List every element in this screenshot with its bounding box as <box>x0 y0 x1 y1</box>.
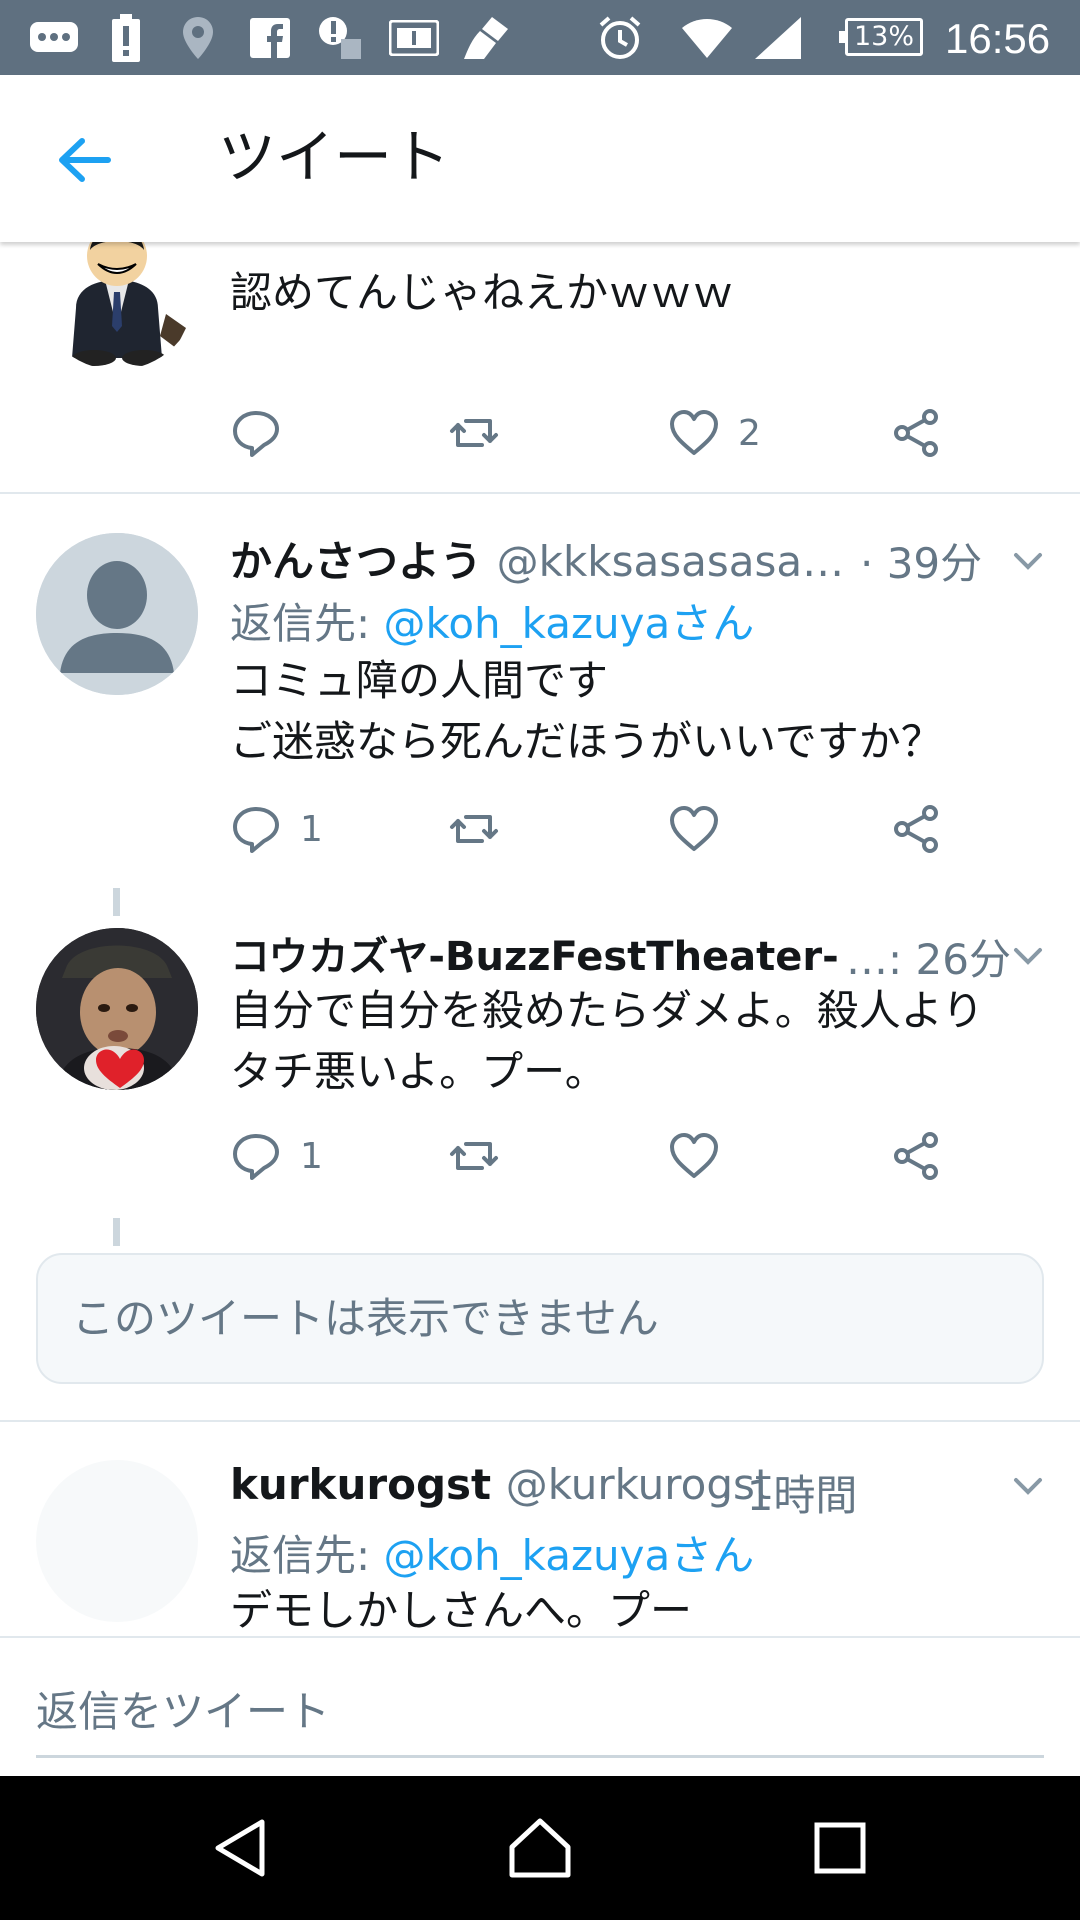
retweet-icon <box>450 419 498 447</box>
alarm-icon <box>596 0 644 75</box>
battery-level: 13% <box>839 18 923 56</box>
user-name[interactable]: かんさつよう @kkksasasasa… <box>230 528 844 589</box>
clock: 16:56 <box>945 15 1051 62</box>
tweet-actions: 2 <box>0 403 1080 463</box>
notification-alert-icon <box>316 0 364 75</box>
location-icon <box>178 0 218 75</box>
chevron-down-icon[interactable] <box>1008 545 1048 575</box>
divider <box>0 492 1080 494</box>
reply-context: 返信先: @koh_kazuyaさん <box>230 599 755 648</box>
retweet-button[interactable] <box>448 1126 500 1186</box>
facebook-icon <box>248 0 292 75</box>
reply-icon <box>233 411 279 457</box>
user-name[interactable]: コウカズヤ-BuzzFestTheater- <box>230 924 839 982</box>
reply-icon <box>233 1134 279 1180</box>
chevron-down-icon[interactable] <box>1008 940 1048 970</box>
user-name[interactable]: kurkurogst @kurkurogst <box>230 1460 771 1509</box>
battery-alert-icon <box>106 0 146 75</box>
share-button[interactable] <box>890 403 942 463</box>
thread-connector <box>113 888 120 916</box>
reply-count: 1 <box>300 1135 323 1177</box>
signal-icon <box>752 0 804 75</box>
cleaner-icon <box>460 0 512 75</box>
chevron-down-icon[interactable] <box>1008 1470 1048 1500</box>
divider <box>0 1420 1080 1422</box>
share-button[interactable] <box>890 799 942 859</box>
recents-nav-icon[interactable] <box>780 1776 900 1920</box>
tweet-actions: 1 <box>0 1126 1080 1186</box>
reply-input[interactable]: 返信をツイート <box>36 1678 1044 1758</box>
avatar[interactable] <box>36 533 198 695</box>
reply-count: 1 <box>300 808 323 850</box>
back-arrow-icon[interactable] <box>50 125 120 195</box>
tweet-timestamp: · 1時間 <box>720 1471 858 1520</box>
page-title: ツイート <box>218 123 451 191</box>
tweet-text: 自分で自分を殺めたらダメよ。殺人より タチ悪いよ。プー。 <box>230 986 984 1096</box>
tweet-timestamp: · 39分 <box>860 539 983 588</box>
reply-button[interactable]: 1 <box>230 799 323 859</box>
like-button[interactable]: 2 <box>668 403 761 463</box>
user-handle: @kkksasasasa… <box>496 537 845 586</box>
tweet-text: コミュ障の人間です ご迷惑なら死んだほうがいいですか？ <box>230 656 943 766</box>
share-button[interactable] <box>890 1126 942 1186</box>
reply-button[interactable] <box>230 403 300 463</box>
retweet-button[interactable] <box>448 403 500 463</box>
like-button[interactable] <box>668 799 738 859</box>
reply-composer: 返信をツイート <box>0 1636 1080 1778</box>
share-icon <box>894 409 938 457</box>
back-nav-icon[interactable] <box>180 1776 300 1920</box>
message-icon <box>24 0 84 75</box>
tweet-thread[interactable]: 認めてんじゃねえかｗｗｗ 2 かんさつよう @kkksasasasa… · 39… <box>0 242 1080 1636</box>
heart-icon <box>670 806 718 851</box>
tweet-text: デモしかしさんへ。プー <box>230 1586 693 1635</box>
heart-icon <box>670 410 718 455</box>
tweet-text: 認めてんじゃねえかｗｗｗ <box>230 268 735 317</box>
avatar[interactable] <box>36 928 198 1090</box>
reply-context: 返信先: @koh_kazuyaさん <box>230 1531 755 1580</box>
system-navigation-bar <box>0 1776 1080 1920</box>
like-button[interactable] <box>668 1126 738 1186</box>
mention-link[interactable]: @koh_kazuyaさん <box>384 1531 755 1580</box>
retweet-button[interactable] <box>448 799 500 859</box>
retweet-icon <box>450 1142 498 1170</box>
tweet-actions: 1 <box>0 799 1080 859</box>
thread-connector <box>113 1218 120 1246</box>
reply-icon <box>233 807 279 853</box>
avatar[interactable] <box>36 1460 198 1622</box>
like-count: 2 <box>738 412 761 454</box>
app-header: ツイート <box>0 75 1080 242</box>
card-icon <box>388 0 440 75</box>
status-bar: 13% 16:56 <box>0 0 1080 75</box>
wifi-icon <box>680 0 734 75</box>
share-icon <box>894 805 938 853</box>
share-icon <box>894 1132 938 1180</box>
default-profile-icon <box>36 533 198 695</box>
mention-link[interactable]: @koh_kazuyaさん <box>384 599 755 648</box>
unavailable-tweet-notice: このツイートは表示できません <box>36 1253 1044 1384</box>
reply-button[interactable]: 1 <box>230 1126 323 1186</box>
tweet-timestamp: …: 26分 <box>846 935 1011 984</box>
avatar[interactable] <box>36 242 198 370</box>
retweet-icon <box>450 815 498 843</box>
heart-icon <box>670 1133 718 1178</box>
home-nav-icon[interactable] <box>480 1776 600 1920</box>
